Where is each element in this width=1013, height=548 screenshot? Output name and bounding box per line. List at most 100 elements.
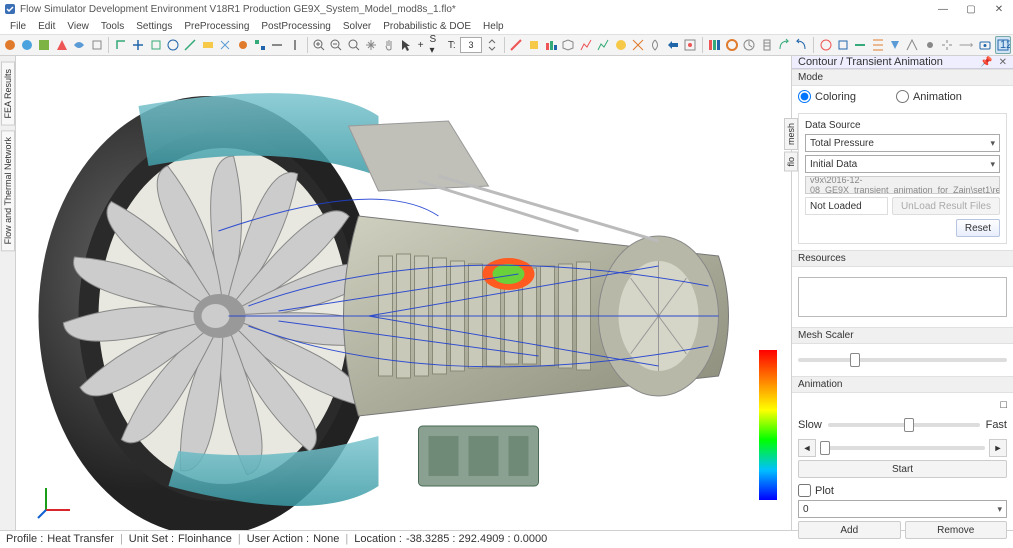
tool-icon[interactable] [218,36,233,54]
select-total-pressure[interactable]: Total Pressure [805,134,1000,152]
anim-prev-button[interactable]: ◄ [798,439,816,457]
status-unit-key: Unit Set : [129,533,174,545]
minimize-button[interactable]: — [929,0,957,18]
tool-icon[interactable] [630,36,645,54]
tool-icon[interactable] [89,36,104,54]
menu-preprocessing[interactable]: PreProcessing [178,21,255,32]
menu-probabilistic[interactable]: Probabilistic & DOE [377,21,477,32]
tool-icon[interactable] [665,36,680,54]
status-profile-val: Heat Transfer [47,533,114,545]
cursor-icon[interactable] [398,36,413,54]
result-path: v9x\2016-12-08_GE9X_transient_animation_… [805,176,1000,194]
hand-icon[interactable] [381,36,396,54]
reset-button[interactable]: Reset [956,219,1000,237]
zoom-out-icon[interactable] [329,36,344,54]
tool-icon[interactable] [794,36,809,54]
subtab-mesh[interactable]: mesh [784,118,798,150]
speed-slider[interactable] [828,423,980,427]
tool-icon[interactable] [252,36,267,54]
menu-postprocessing[interactable]: PostProcessing [255,21,336,32]
maximize-button[interactable]: ▢ [957,0,985,18]
radio-animation[interactable]: Animation [896,90,962,103]
tool-icon[interactable] [113,36,128,54]
resources-box[interactable] [798,277,1007,317]
tool-icon[interactable] [922,36,937,54]
viewport-3d[interactable] [16,56,791,530]
subtab-flo[interactable]: flo [784,152,798,172]
zoom-fit-icon[interactable] [346,36,361,54]
tool-icon[interactable] [887,36,902,54]
tool-icon[interactable] [165,36,180,54]
tool-icon[interactable] [977,36,992,54]
not-loaded-label: Not Loaded [805,197,888,215]
fast-label: Fast [986,419,1007,431]
plot-label: Plot [815,485,834,497]
slow-label: Slow [798,419,822,431]
tool-icon[interactable] [595,36,610,54]
tool-icon[interactable] [682,36,697,54]
tool-icon[interactable] [37,36,52,54]
menu-solver[interactable]: Solver [337,21,377,32]
mesh-scaler-slider[interactable] [798,358,1007,362]
add-button[interactable]: Add [798,521,901,539]
tool-icon[interactable] [131,36,146,54]
tool-icon[interactable] [72,36,87,54]
tool-icon[interactable] [741,36,756,54]
tab-flow-thermal[interactable]: Flow and Thermal Network [1,130,15,251]
tool-icon[interactable] [270,36,285,54]
menu-view[interactable]: View [61,21,95,32]
close-panel-icon[interactable]: ✕ [999,57,1007,68]
plot-select[interactable]: 0 [798,500,1007,518]
tool-icon[interactable] [724,36,739,54]
menu-tools[interactable]: Tools [95,21,130,32]
tool-icon[interactable] [235,36,250,54]
frame-slider[interactable] [820,446,985,450]
tool-icon[interactable] [818,36,833,54]
menu-settings[interactable]: Settings [130,21,178,32]
select-initial-data[interactable]: Initial Data [805,155,1000,173]
spin-arrows[interactable] [484,36,499,54]
tool-icon[interactable] [19,36,34,54]
tool-icon[interactable] [287,36,302,54]
remove-button[interactable]: Remove [905,521,1008,539]
tool-icon[interactable] [508,36,523,54]
close-button[interactable]: ✕ [985,0,1013,18]
tool-icon[interactable] [561,36,576,54]
tool-icon[interactable] [835,36,850,54]
menu-help[interactable]: Help [477,21,510,32]
tool-icon[interactable] [526,36,541,54]
tool-icon[interactable] [905,36,920,54]
plot-checkbox[interactable] [798,484,811,497]
pin-icon[interactable]: 📌 [980,57,992,68]
unload-button[interactable]: UnLoad Result Files [892,197,1000,215]
tool-icon[interactable] [853,36,868,54]
anim-next-button[interactable]: ► [989,439,1007,457]
tool-icon[interactable] [707,36,722,54]
tool-icon[interactable] [870,36,885,54]
tool-icon[interactable] [2,36,17,54]
tool-icon[interactable] [648,36,663,54]
tab-fea-results[interactable]: FEA Results [1,62,15,126]
app-icon [4,3,16,15]
tool-icon[interactable]: 123 [995,36,1011,54]
menu-file[interactable]: File [4,21,32,32]
tool-icon[interactable] [54,36,69,54]
tool-icon[interactable] [578,36,593,54]
spin-value[interactable]: 3 [460,37,483,53]
zoom-in-icon[interactable] [311,36,326,54]
status-action-key: User Action : [247,533,309,545]
tool-icon[interactable] [200,36,215,54]
status-loc-val: -38.3285 : 292.4909 : 0.0000 [406,533,547,545]
tool-icon[interactable] [148,36,163,54]
pan-icon[interactable] [364,36,379,54]
tool-icon[interactable] [759,36,774,54]
menu-edit[interactable]: Edit [32,21,61,32]
tool-icon[interactable] [543,36,558,54]
tool-icon[interactable] [940,36,955,54]
tool-icon[interactable] [613,36,628,54]
tool-icon[interactable] [776,36,791,54]
start-button[interactable]: Start [798,460,1007,478]
anim-stop-square[interactable]: □ [1000,399,1007,411]
radio-coloring[interactable]: Coloring [798,90,856,103]
tool-icon[interactable] [183,36,198,54]
